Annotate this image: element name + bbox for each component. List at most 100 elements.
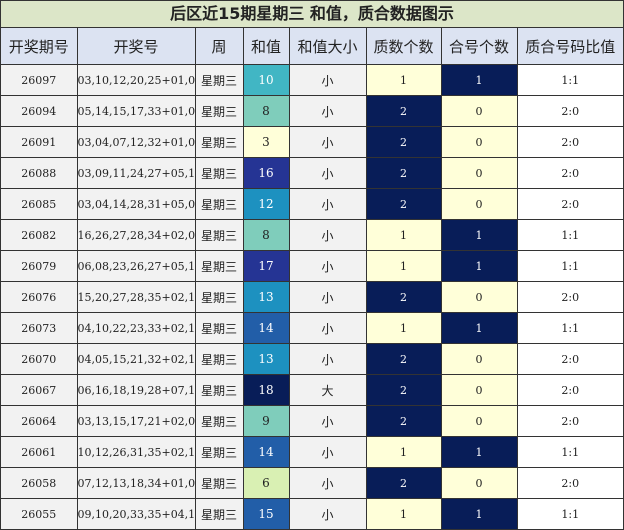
- cell-composite-count: 0: [440, 126, 518, 158]
- table-row: 26091 03,04,07,12,32+01,02 星期三 3 小 2 0 2:0: [1, 126, 623, 158]
- cell-week: 星期三: [194, 343, 244, 375]
- cell-composite-count: 0: [440, 374, 518, 406]
- cell-week: 星期三: [194, 436, 244, 468]
- cell-prime-count: 2: [365, 126, 442, 158]
- cell-issue: 26055: [1, 498, 78, 529]
- cell-ratio: 2:0: [516, 281, 623, 313]
- cell-sum-size: 小: [288, 436, 367, 468]
- cell-numbers: 04,10,22,23,33+02,12: [76, 312, 196, 344]
- cell-numbers: 10,12,26,31,35+02,12: [76, 436, 196, 468]
- cell-week: 星期三: [194, 281, 244, 313]
- cell-sum-size: 小: [288, 312, 367, 344]
- cell-prime-count: 2: [365, 405, 442, 437]
- table-row: 26064 03,13,15,17,21+02,07 星期三 9 小 2 0 2:0: [1, 405, 623, 437]
- cell-numbers: 03,09,11,24,27+05,11: [76, 157, 196, 189]
- cell-prime-count: 2: [365, 374, 442, 406]
- cell-numbers: 06,16,18,19,28+07,11: [76, 374, 196, 406]
- cell-prime-count: 2: [365, 188, 442, 220]
- cell-ratio: 1:1: [516, 250, 623, 282]
- table-row: 26085 03,04,14,28,31+05,07 星期三 12 小 2 0 2:0: [1, 188, 623, 220]
- cell-ratio: 1:1: [516, 64, 623, 96]
- cell-sum: 8: [242, 219, 290, 251]
- cell-ratio: 1:1: [516, 498, 623, 529]
- cell-composite-count: 0: [440, 281, 518, 313]
- table-row: 26076 15,20,27,28,35+02,11 星期三 13 小 2 0 2:0: [1, 281, 623, 313]
- cell-issue: 26070: [1, 343, 78, 375]
- cell-ratio: 2:0: [516, 188, 623, 220]
- cell-prime-count: 2: [365, 467, 442, 499]
- cell-prime-count: 2: [365, 95, 442, 127]
- cell-sum: 17: [242, 250, 290, 282]
- cell-composite-count: 1: [440, 250, 518, 282]
- cell-sum-size: 小: [288, 64, 367, 96]
- table-row: 26097 03,10,12,20,25+01,09 星期三 10 小 1 1 1:1: [1, 64, 623, 96]
- cell-week: 星期三: [194, 467, 244, 499]
- header-week: 周: [194, 28, 244, 65]
- cell-numbers: 04,05,15,21,32+02,11: [76, 343, 196, 375]
- cell-week: 星期三: [194, 64, 244, 96]
- table-body: 26097 03,10,12,20,25+01,09 星期三 10 小 1 1 1:1 2609…: [1, 64, 623, 529]
- cell-prime-count: 2: [365, 157, 442, 189]
- table-row: 26088 03,09,11,24,27+05,11 星期三 16 小 2 0 2:0: [1, 157, 623, 189]
- cell-sum: 15: [242, 498, 290, 529]
- cell-numbers: 16,26,27,28,34+02,06: [76, 219, 196, 251]
- cell-sum: 14: [242, 436, 290, 468]
- table-row: 26055 09,10,20,33,35+04,11 星期三 15 小 1 1 1:1: [1, 498, 623, 529]
- cell-ratio: 2:0: [516, 405, 623, 437]
- cell-numbers: 15,20,27,28,35+02,11: [76, 281, 196, 313]
- cell-issue: 26061: [1, 436, 78, 468]
- cell-sum-size: 小: [288, 281, 367, 313]
- cell-ratio: 2:0: [516, 157, 623, 189]
- cell-composite-count: 0: [440, 157, 518, 189]
- cell-ratio: 2:0: [516, 467, 623, 499]
- cell-prime-count: 1: [365, 219, 442, 251]
- header-numbers: 开奖号: [76, 28, 196, 65]
- header-sum-size: 和值大小: [288, 28, 367, 65]
- cell-composite-count: 0: [440, 343, 518, 375]
- cell-prime-count: 1: [365, 64, 442, 96]
- cell-sum-size: 小: [288, 250, 367, 282]
- cell-ratio: 2:0: [516, 374, 623, 406]
- cell-composite-count: 0: [440, 188, 518, 220]
- data-table-panel: 后区近15期星期三 和值，质合数据图示 开奖期号 开奖号 周 和值 和值大小 质…: [0, 0, 624, 530]
- cell-issue: 26067: [1, 374, 78, 406]
- cell-composite-count: 1: [440, 64, 518, 96]
- cell-week: 星期三: [194, 157, 244, 189]
- cell-numbers: 07,12,13,18,34+01,05: [76, 467, 196, 499]
- cell-sum-size: 小: [288, 219, 367, 251]
- cell-sum-size: 小: [288, 126, 367, 158]
- table-row: 26073 04,10,22,23,33+02,12 星期三 14 小 1 1 1:1: [1, 312, 623, 344]
- cell-sum-size: 小: [288, 95, 367, 127]
- cell-composite-count: 1: [440, 312, 518, 344]
- cell-ratio: 2:0: [516, 343, 623, 375]
- cell-issue: 26079: [1, 250, 78, 282]
- header-prime-count: 质数个数: [365, 28, 442, 65]
- cell-sum-size: 大: [288, 374, 367, 406]
- cell-issue: 26058: [1, 467, 78, 499]
- header-ratio: 质合号码比值: [516, 28, 623, 65]
- cell-sum-size: 小: [288, 188, 367, 220]
- cell-sum: 12: [242, 188, 290, 220]
- cell-issue: 26094: [1, 95, 78, 127]
- cell-composite-count: 1: [440, 498, 518, 529]
- cell-sum: 8: [242, 95, 290, 127]
- table-row: 26094 05,14,15,17,33+01,07 星期三 8 小 2 0 2:0: [1, 95, 623, 127]
- cell-composite-count: 0: [440, 95, 518, 127]
- cell-week: 星期三: [194, 95, 244, 127]
- cell-sum: 9: [242, 405, 290, 437]
- header-row: 开奖期号 开奖号 周 和值 和值大小 质数个数 合号个数 质合号码比值: [1, 28, 623, 65]
- cell-sum-size: 小: [288, 343, 367, 375]
- cell-sum: 13: [242, 281, 290, 313]
- cell-sum-size: 小: [288, 405, 367, 437]
- cell-week: 星期三: [194, 312, 244, 344]
- cell-sum: 16: [242, 157, 290, 189]
- cell-numbers: 05,14,15,17,33+01,07: [76, 95, 196, 127]
- table-row: 26061 10,12,26,31,35+02,12 星期三 14 小 1 1 1:1: [1, 436, 623, 468]
- cell-numbers: 03,10,12,20,25+01,09: [76, 64, 196, 96]
- cell-sum-size: 小: [288, 498, 367, 529]
- cell-ratio: 1:1: [516, 312, 623, 344]
- cell-numbers: 06,08,23,26,27+05,12: [76, 250, 196, 282]
- cell-issue: 26073: [1, 312, 78, 344]
- table-row: 26067 06,16,18,19,28+07,11 星期三 18 大 2 0 2:0: [1, 374, 623, 406]
- cell-issue: 26097: [1, 64, 78, 96]
